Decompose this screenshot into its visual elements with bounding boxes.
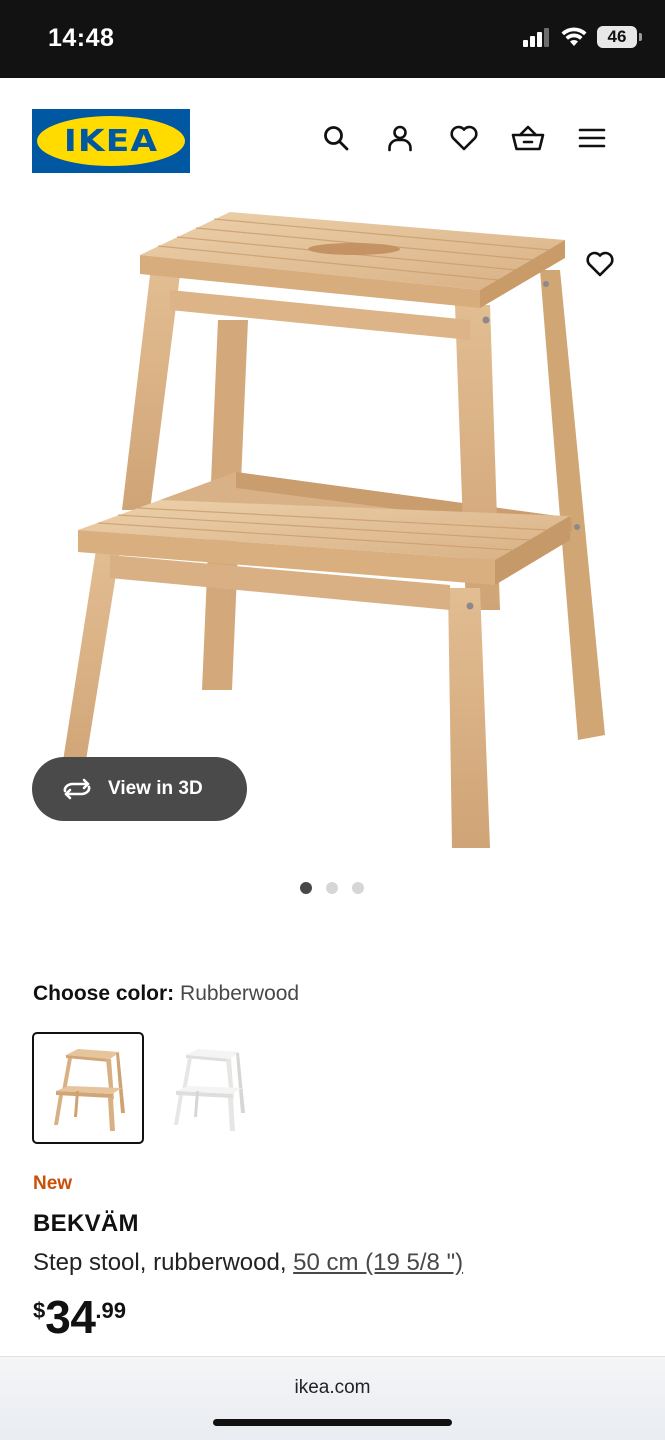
favorites-icon[interactable] — [446, 120, 482, 156]
product-size-link[interactable]: 50 cm (19 5/8 ") — [293, 1249, 463, 1276]
menu-icon[interactable] — [574, 120, 610, 156]
wifi-icon — [561, 27, 587, 46]
account-icon[interactable] — [382, 120, 418, 156]
view-in-3d-label: View in 3D — [108, 778, 203, 799]
color-option-rubberwood[interactable] — [32, 1032, 144, 1144]
status-icons: 46 — [523, 26, 642, 48]
product-name: BEKVÄM — [33, 1210, 139, 1237]
product-price: $ 34 .99 — [33, 1292, 126, 1342]
heart-icon — [586, 251, 614, 277]
color-chooser-line: Choose color: Rubberwood — [33, 982, 299, 1006]
gallery-pagination — [300, 882, 364, 894]
price-decimal: .99 — [95, 1298, 127, 1323]
search-icon[interactable] — [318, 120, 354, 156]
product-description-text: Step stool, rubberwood, — [33, 1249, 294, 1276]
price-integer: 34 — [45, 1291, 96, 1343]
new-badge: New — [33, 1173, 73, 1194]
browser-address-bar: ikea.com — [0, 1356, 665, 1440]
status-time: 14:48 — [48, 24, 115, 52]
rotate-3d-icon — [63, 778, 91, 800]
white-stool-thumbnail — [174, 1049, 245, 1131]
url-field[interactable]: ikea.com — [0, 1377, 665, 1399]
color-option-white[interactable] — [152, 1032, 264, 1144]
status-bar: 14:48 46 — [0, 0, 665, 78]
header-nav-icons — [318, 120, 610, 156]
logo-oval: IKEA — [37, 116, 185, 166]
logo-text: IKEA — [63, 123, 159, 159]
rubberwood-stool-thumbnail — [54, 1049, 125, 1131]
cart-icon[interactable] — [510, 120, 546, 156]
add-to-wishlist-button[interactable] — [578, 242, 622, 286]
gallery-dot-3[interactable] — [352, 882, 364, 894]
gallery-dot-1[interactable] — [300, 882, 312, 894]
product-description: Step stool, rubberwood, 50 cm (19 5/8 ") — [33, 1249, 463, 1277]
ikea-logo[interactable]: IKEA — [32, 109, 190, 173]
price-currency: $ — [33, 1298, 46, 1323]
color-label: Choose color: — [33, 982, 175, 1005]
home-indicator[interactable] — [213, 1419, 452, 1426]
site-header: IKEA — [0, 78, 665, 198]
cellular-icon — [523, 28, 549, 47]
gallery-dot-2[interactable] — [326, 882, 338, 894]
battery-icon: 46 — [597, 26, 642, 48]
color-value: Rubberwood — [180, 982, 300, 1005]
view-in-3d-button[interactable]: View in 3D — [32, 757, 247, 821]
